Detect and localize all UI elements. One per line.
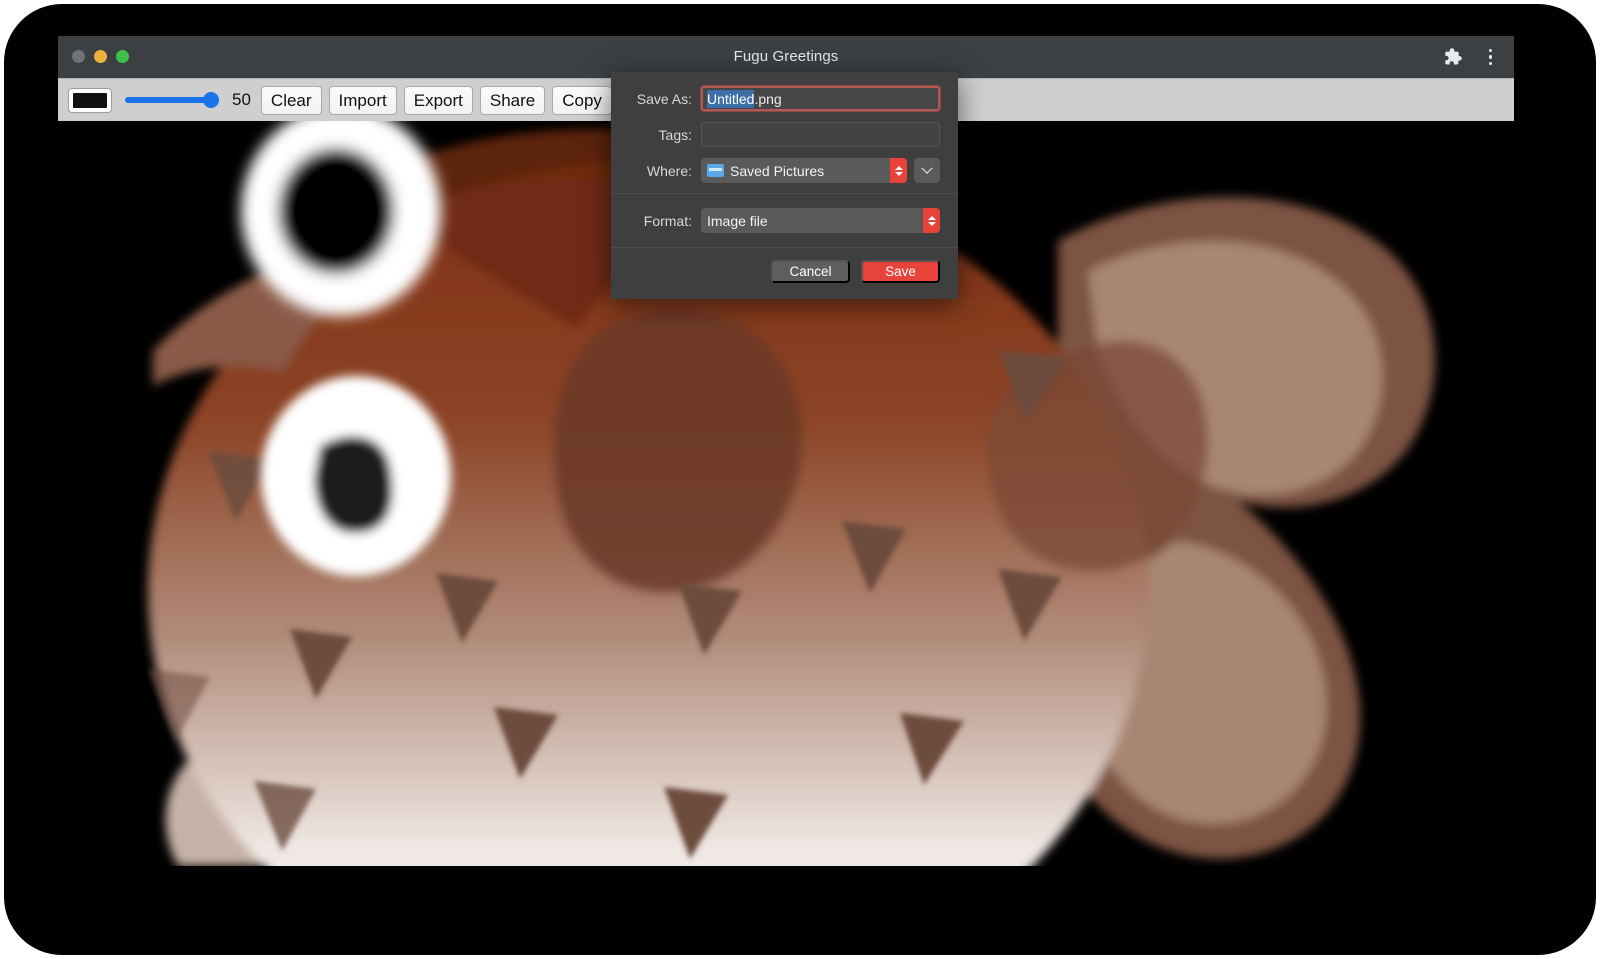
line-width-slider[interactable] <box>125 89 217 111</box>
chevron-down-icon[interactable] <box>914 158 940 183</box>
format-value: Image file <box>707 213 768 229</box>
folder-icon <box>707 164 724 177</box>
save-as-extension-text: .png <box>754 91 781 107</box>
browser-window: Fugu Greetings 50 C <box>58 36 1514 866</box>
where-stepper-icon[interactable] <box>890 158 907 183</box>
where-label: Where: <box>629 163 701 179</box>
save-as-row: Save As: Untitled.png <box>629 86 940 111</box>
tags-input[interactable] <box>701 122 940 147</box>
clear-button[interactable]: Clear <box>261 86 322 115</box>
where-row: Where: Saved Pictures <box>629 158 940 183</box>
tags-row: Tags: <box>629 122 940 147</box>
color-picker-input[interactable] <box>68 88 112 113</box>
save-file-dialog: Save As: Untitled.png Tags: Where: Sa <box>611 72 958 299</box>
cancel-button[interactable]: Cancel <box>771 260 850 283</box>
color-swatch <box>73 93 107 108</box>
dialog-fields-section: Save As: Untitled.png Tags: Where: Sa <box>611 72 958 193</box>
save-confirm-button[interactable]: Save <box>861 260 940 283</box>
window-title: Fugu Greetings <box>58 48 1514 65</box>
slider-thumb[interactable] <box>203 92 219 108</box>
dialog-format-section: Format: Image file <box>611 193 958 247</box>
slider-value-label: 50 <box>232 90 251 110</box>
import-button[interactable]: Import <box>329 86 397 115</box>
share-button[interactable]: Share <box>480 86 545 115</box>
screen: Fugu Greetings 50 C <box>0 0 1600 959</box>
where-value: Saved Pictures <box>730 163 824 179</box>
tags-label: Tags: <box>629 127 701 143</box>
format-label: Format: <box>629 213 701 229</box>
window-actions <box>1441 46 1499 68</box>
puzzle-piece-icon[interactable] <box>1441 46 1463 68</box>
format-select[interactable]: Image file <box>701 208 940 233</box>
format-stepper-icon[interactable] <box>923 208 940 233</box>
save-as-selected-text: Untitled <box>707 90 754 108</box>
export-button[interactable]: Export <box>404 86 473 115</box>
save-as-input[interactable]: Untitled.png <box>701 86 940 111</box>
save-as-label: Save As: <box>629 91 701 107</box>
copy-button[interactable]: Copy <box>552 86 612 115</box>
dialog-actions-section: Cancel Save <box>611 247 958 299</box>
format-row: Format: Image file <box>629 208 940 233</box>
dialog-actions: Cancel Save <box>629 260 940 283</box>
where-select[interactable]: Saved Pictures <box>701 158 907 183</box>
three-dot-menu-icon[interactable] <box>1483 47 1499 68</box>
